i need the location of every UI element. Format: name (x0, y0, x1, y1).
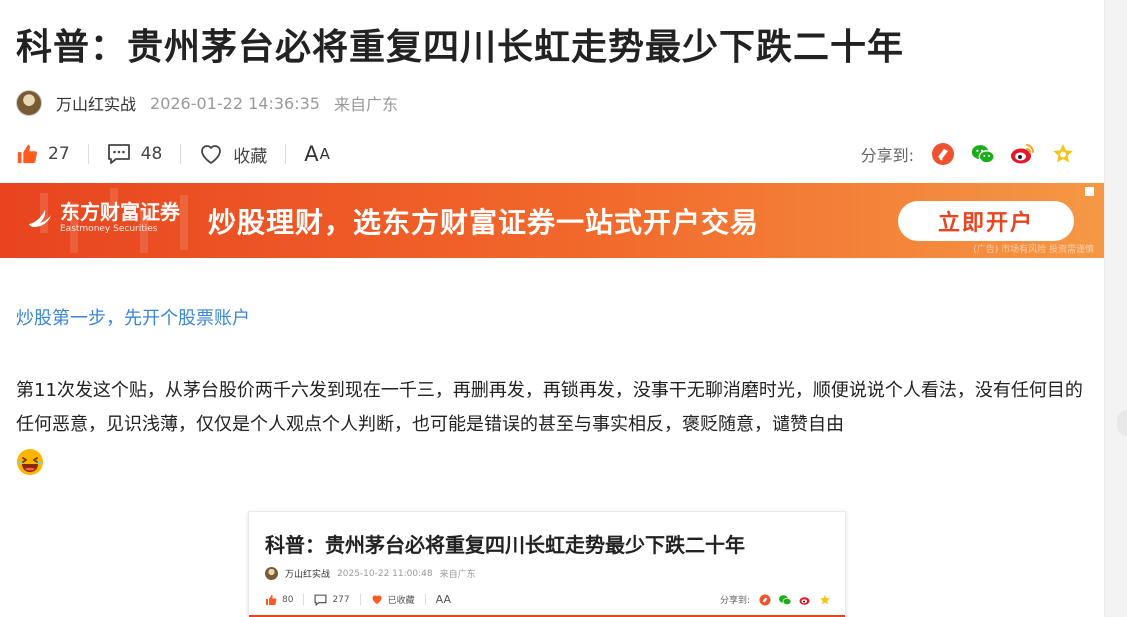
embed-avatar (265, 567, 278, 580)
weibo-icon[interactable] (1010, 141, 1036, 167)
banner-slogan: 炒股理财，选东方财富证券一站式开户交易 (208, 206, 760, 239)
author-avatar[interactable] (16, 90, 42, 116)
embedded-screenshot: 科普：贵州茅台必将重复四川长虹走势最少下跌二十年 万山红实战 2025-10-2… (248, 511, 846, 617)
embed-collect: 已收藏 (371, 593, 415, 606)
embed-actions: 80 277 已收藏 AA 分享到: (265, 593, 831, 606)
rail-handle[interactable] (1117, 410, 1127, 436)
eastmoney-logo: 东方财富证券 Eastmoney Securities (26, 201, 180, 235)
article-meta: 万山红实战 2026-01-22 14:36:35 来自广东 (16, 90, 398, 116)
wechat-icon (779, 594, 792, 605)
share-bar: 分享到: (861, 141, 1076, 167)
favorite-star-icon[interactable] (1050, 141, 1076, 167)
divider (303, 594, 305, 605)
wechat-icon[interactable] (970, 141, 996, 167)
font-size-small: A (319, 145, 331, 163)
divider (87, 144, 89, 164)
comment-count: 48 (140, 144, 163, 164)
weibo-icon (799, 596, 810, 605)
embed-comment-count: 277 (332, 594, 350, 605)
logo-name-cn: 东方财富证券 (60, 200, 180, 224)
embed-collect-label: 已收藏 (387, 596, 415, 606)
divider (359, 594, 361, 605)
thumbs-up-icon (16, 143, 38, 165)
embed-share-label: 分享到: (719, 596, 750, 606)
divider (424, 594, 426, 605)
embed-font-size: AA (436, 593, 451, 606)
collect-label: 收藏 (233, 146, 268, 167)
ad-disclaimer: (广告) 市场有风险 投资需谨慎 (973, 245, 1094, 255)
article-body: 第11次发这个贴，从茅台股价两千六发到现在一千三，再删再发，再锁再发，没事干无聊… (16, 374, 1091, 488)
author-name[interactable]: 万山红实战 (56, 91, 136, 115)
toutiao-icon (759, 594, 771, 605)
embed-comment: 277 (314, 594, 350, 606)
heart-icon (372, 595, 382, 604)
comment-icon (107, 143, 131, 165)
comment-icon (314, 594, 327, 606)
like-button[interactable]: 27 (16, 143, 70, 165)
ad-banner[interactable]: 东方财富证券 Eastmoney Securities 炒股理财，选东方财富证券… (0, 183, 1104, 258)
laughing-emoji-icon (16, 448, 44, 476)
heart-icon (199, 143, 223, 165)
thumbs-up-icon (266, 594, 277, 605)
favorite-star-icon (820, 594, 830, 604)
embed-author: 万山红实战 (285, 570, 331, 580)
like-count: 27 (48, 144, 70, 164)
toutiao-icon[interactable] (930, 141, 956, 167)
divider (285, 144, 287, 164)
embed-meta: 万山红实战 2025-10-22 11:00:48 来自广东 (265, 567, 476, 580)
embed-font-label: AA (435, 593, 452, 606)
article-actions: 27 48 收藏 AA 分享到: (16, 140, 1076, 168)
eastmoney-logo-icon (29, 210, 51, 227)
body-paragraph: 第11次发这个贴，从茅台股价两千六发到现在一千三，再删再发，再锁再发，没事干无聊… (16, 380, 1083, 435)
font-size-large: A (304, 142, 320, 166)
collect-button[interactable]: 收藏 (199, 142, 267, 167)
embed-location: 来自广东 (439, 570, 476, 580)
embed-like: 80 (265, 594, 293, 606)
article-title: 科普：贵州茅台必将重复四川长虹走势最少下跌二十年 (16, 27, 905, 68)
embed-share-bar: 分享到: (720, 593, 831, 606)
publish-time: 2026-01-22 14:36:35 (150, 93, 320, 113)
close-ad-icon[interactable] (1085, 187, 1094, 196)
share-label: 分享到: (860, 146, 914, 165)
embed-title: 科普：贵州茅台必将重复四川长虹走势最少下跌二十年 (265, 533, 745, 557)
font-size-button[interactable]: AA (304, 142, 331, 166)
publish-location: 来自广东 (333, 95, 398, 114)
open-account-button[interactable]: 立即开户 (898, 201, 1074, 241)
article-panel: 科普：贵州茅台必将重复四川长虹走势最少下跌二十年 万山红实战 2026-01-2… (0, 0, 1104, 617)
embed-like-count: 80 (282, 594, 294, 605)
divider (180, 144, 182, 164)
comment-button[interactable]: 48 (107, 143, 163, 165)
logo-name-en: Eastmoney Securities (60, 224, 158, 234)
embed-time: 2025-10-22 11:00:48 (337, 568, 433, 579)
open-account-link[interactable]: 炒股第一步，先开个股票账户 (16, 304, 250, 330)
right-scroll-rail[interactable] (1104, 0, 1127, 617)
